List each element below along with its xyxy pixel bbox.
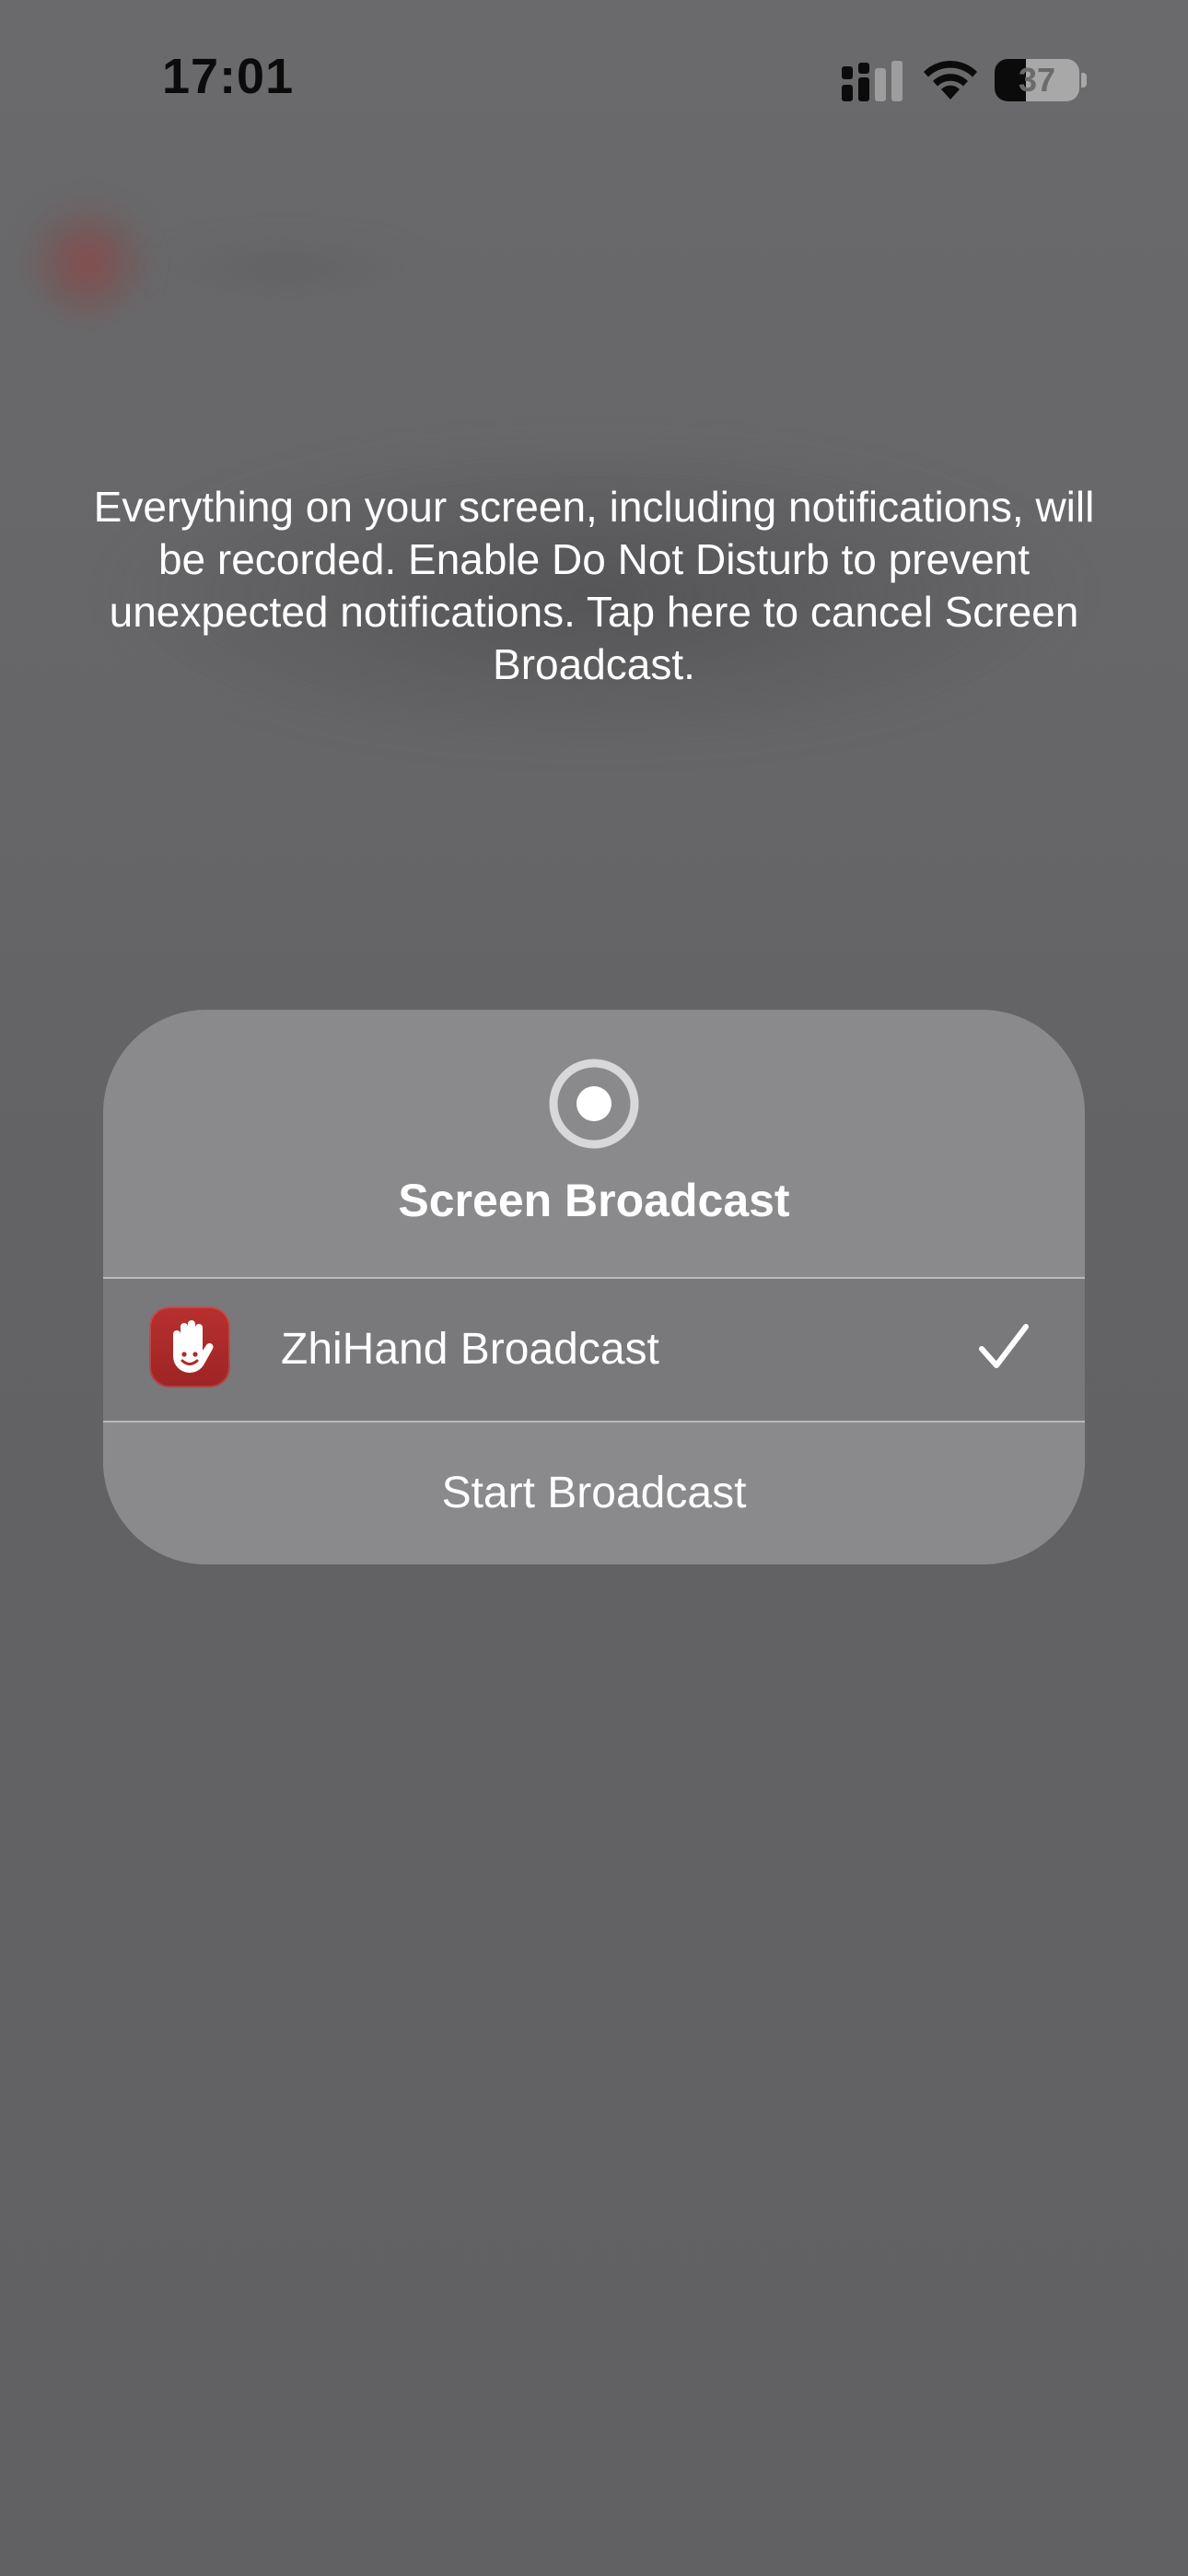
screen: 17:01 37 Everything on your screen, incl…: [0, 0, 1188, 2576]
battery-icon: 37: [995, 59, 1087, 101]
screen-broadcast-sheet: Screen Broadcast ZhiHand Broadcast Start…: [103, 1010, 1085, 1564]
broadcast-option-zhihand[interactable]: ZhiHand Broadcast: [103, 1279, 1085, 1421]
blurred-background-text: [138, 235, 433, 299]
cancel-broadcast-warning[interactable]: Everything on your screen, including not…: [92, 481, 1096, 691]
start-broadcast-button[interactable]: Start Broadcast: [103, 1423, 1085, 1564]
battery-body: 37: [995, 59, 1079, 101]
blurred-background-element: [18, 198, 157, 327]
cellular-signal-icon: [842, 61, 903, 101]
zhihand-hand-icon: [173, 1320, 214, 1373]
checkmark-icon: [979, 1324, 1029, 1368]
battery-cap: [1081, 73, 1087, 88]
broadcast-option-label: ZhiHand Broadcast: [281, 1325, 659, 1374]
battery-level: 37: [1018, 61, 1056, 99]
wifi-icon: [924, 60, 977, 100]
sheet-header: Screen Broadcast: [103, 1010, 1085, 1277]
zhihand-app-icon: [149, 1306, 230, 1388]
sheet-title: Screen Broadcast: [398, 1175, 790, 1226]
status-bar: 17:01 37: [0, 0, 1188, 157]
screen-record-icon: [549, 1059, 639, 1149]
status-time: 17:01: [162, 49, 295, 104]
